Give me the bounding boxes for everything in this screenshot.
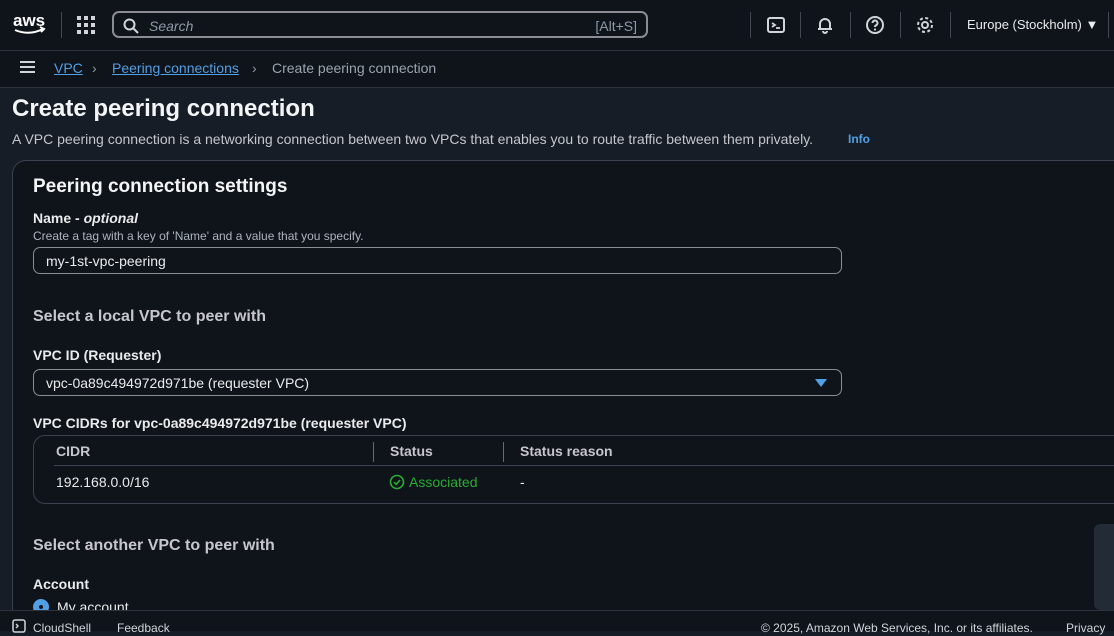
column-divider[interactable] xyxy=(503,442,504,462)
settings-icon[interactable] xyxy=(915,15,935,35)
section-heading: Peering connection settings xyxy=(33,176,288,197)
caret-down-icon xyxy=(815,379,827,387)
search-shortcut: [Alt+S] xyxy=(595,18,637,34)
aws-logo[interactable]: aws xyxy=(13,11,47,37)
name-label: Name - optional xyxy=(33,210,139,226)
services-grid-icon[interactable] xyxy=(77,16,95,34)
optional-tag: optional xyxy=(83,210,139,226)
breadcrumb-bar: VPC › Peering connections › Create peeri… xyxy=(0,51,1114,88)
feedback-link[interactable]: Feedback xyxy=(117,621,170,635)
cidrs-label: VPC CIDRs for vpc-0a89c494972d971be (req… xyxy=(33,415,407,431)
breadcrumb-current: Create peering connection xyxy=(272,60,437,76)
search-input[interactable]: Search [Alt+S] xyxy=(112,11,648,38)
divider xyxy=(900,12,901,38)
menu-icon[interactable] xyxy=(20,61,35,73)
name-field[interactable]: my-1st-vpc-peering xyxy=(33,247,842,274)
local-vpc-heading: Select a local VPC to peer with xyxy=(33,308,266,325)
name-field-value: my-1st-vpc-peering xyxy=(46,253,166,269)
page-title: Create peering connection xyxy=(12,95,315,122)
column-header-status-reason: Status reason xyxy=(520,443,613,459)
cidr-cell: 192.168.0.0/16 xyxy=(56,474,150,490)
region-selector[interactable]: Europe (Stockholm) ▼ xyxy=(967,17,1098,32)
chevron-right-icon: › xyxy=(92,60,97,76)
check-circle-icon xyxy=(389,474,405,490)
column-header-cidr: CIDR xyxy=(56,443,91,459)
divider xyxy=(950,12,951,38)
page-description: A VPC peering connection is a networking… xyxy=(12,131,814,147)
status-badge: Associated xyxy=(389,474,477,490)
column-header-status: Status xyxy=(390,443,433,459)
cloudshell-link[interactable]: CloudShell xyxy=(33,621,91,635)
info-link[interactable]: Info xyxy=(848,132,870,146)
divider xyxy=(750,12,751,38)
search-icon xyxy=(123,18,139,34)
column-divider[interactable] xyxy=(373,442,374,462)
search-placeholder: Search xyxy=(149,18,194,34)
vpc-id-label: VPC ID (Requester) xyxy=(33,347,162,363)
status-reason-cell: - xyxy=(520,474,525,490)
name-hint: Create a tag with a key of 'Name' and a … xyxy=(33,229,364,243)
side-panel-toggle[interactable] xyxy=(1094,524,1114,610)
divider xyxy=(61,12,62,38)
vpc-id-select[interactable]: vpc-0a89c494972d971be (requester VPC) xyxy=(33,369,842,396)
chevron-right-icon: › xyxy=(252,60,257,76)
breadcrumb-vpc[interactable]: VPC xyxy=(54,60,83,76)
divider xyxy=(850,12,851,38)
help-icon[interactable] xyxy=(865,15,885,35)
privacy-link[interactable]: Privacy xyxy=(1066,621,1105,635)
account-label: Account xyxy=(33,576,89,592)
vpc-id-value: vpc-0a89c494972d971be (requester VPC) xyxy=(46,375,310,391)
cloudshell-icon[interactable] xyxy=(12,619,26,636)
footer: CloudShell Feedback © 2025, Amazon Web S… xyxy=(0,610,1114,635)
another-vpc-heading: Select another VPC to peer with xyxy=(33,537,275,554)
top-navigation-bar: aws Search [Alt+S] Europe (Stockholm) ▼ xyxy=(0,0,1114,51)
bell-icon[interactable] xyxy=(815,15,835,35)
copyright: © 2025, Amazon Web Services, Inc. or its… xyxy=(761,621,1033,635)
breadcrumb-peering-connections[interactable]: Peering connections xyxy=(112,60,239,76)
table-row-divider xyxy=(54,465,1114,466)
divider xyxy=(1108,12,1109,38)
divider xyxy=(800,12,801,38)
cloudshell-icon[interactable] xyxy=(766,15,786,35)
